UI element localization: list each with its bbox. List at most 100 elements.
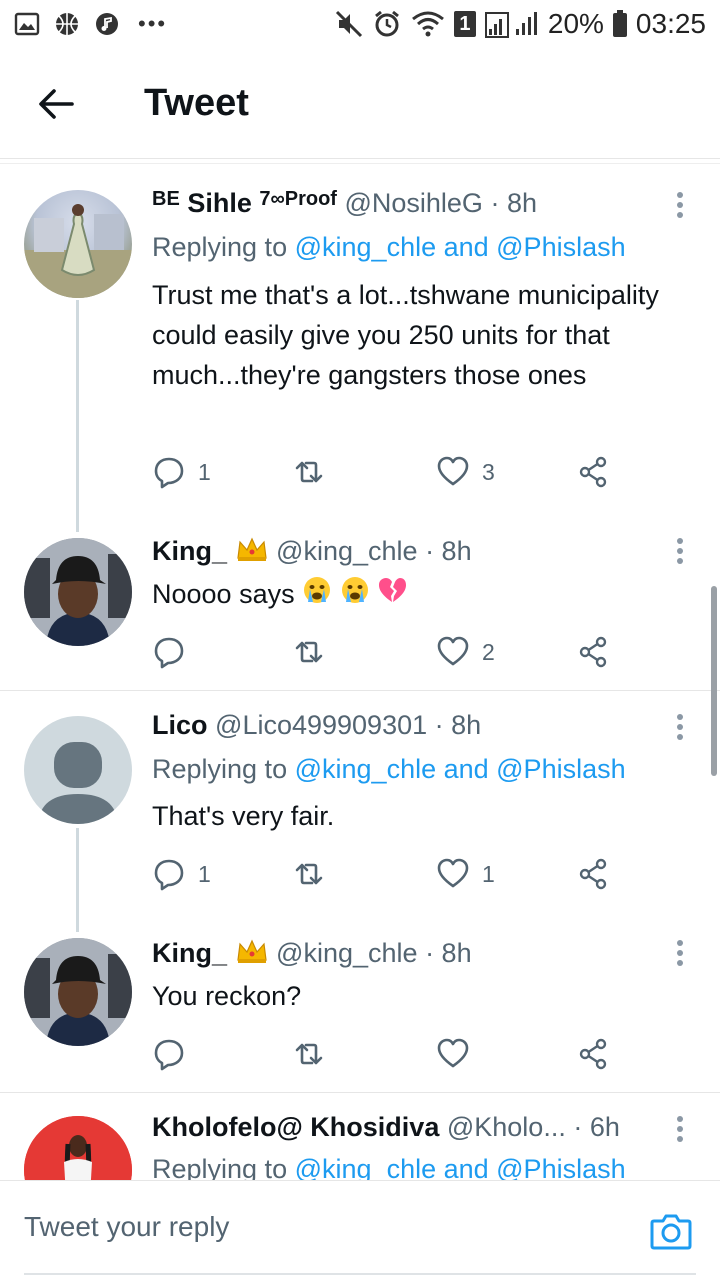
signal-icon <box>484 12 537 38</box>
avatar[interactable] <box>24 938 132 1046</box>
name-suffix: 7∞Proof <box>259 188 337 210</box>
like-button[interactable]: 2 <box>436 632 495 672</box>
basketball-icon <box>56 13 78 35</box>
retweet-icon <box>295 641 323 663</box>
reply-count: 1 <box>198 860 211 887</box>
reply-button[interactable]: 1 <box>152 854 211 894</box>
more-options-icon[interactable] <box>668 938 692 968</box>
replying-to: Replying to @king_chle and @Phislash <box>152 232 626 263</box>
divider <box>0 158 720 159</box>
tweet-header: King_ @king_chle · 8h <box>152 938 472 971</box>
arrow-left-icon[interactable] <box>36 84 76 124</box>
replying-label: Replying to <box>152 754 288 784</box>
like-button[interactable]: 3 <box>436 452 495 492</box>
reply-input[interactable]: Tweet your reply <box>24 1211 229 1243</box>
tweet-header: King_ @king_chle · 8h <box>152 536 472 569</box>
battery-percent: 20% <box>547 8 604 39</box>
reply-icon <box>154 457 184 489</box>
retweet-button[interactable] <box>292 1034 338 1074</box>
more-options-icon[interactable] <box>668 190 692 220</box>
replying-label: Replying to <box>152 232 288 262</box>
more-options-icon[interactable] <box>668 1114 692 1144</box>
share-icon <box>579 456 607 488</box>
author-name[interactable]: King_ <box>152 938 227 968</box>
default-avatar-icon[interactable] <box>24 716 132 824</box>
heart-icon <box>437 858 469 888</box>
tweet-actions: 1 1 <box>152 854 622 894</box>
top-app-bar: Tweet <box>0 52 720 156</box>
author-handle[interactable]: @king_chle <box>276 536 418 566</box>
tweet-actions: 1 3 <box>152 452 622 492</box>
alarm-icon <box>374 10 399 37</box>
camera-icon[interactable] <box>650 1211 692 1251</box>
name-prefix: BE <box>152 188 180 210</box>
author-name[interactable]: King_ <box>152 536 227 566</box>
share-button[interactable] <box>576 1034 610 1074</box>
retweet-button[interactable] <box>292 632 338 672</box>
heart-icon <box>437 456 469 486</box>
reply-count: 1 <box>198 458 211 485</box>
tweet-time: · 8h <box>425 536 472 566</box>
share-button[interactable] <box>576 452 610 492</box>
page-title: Tweet <box>144 82 249 124</box>
author-handle[interactable]: @Lico499909301 <box>215 710 427 740</box>
reply-button[interactable] <box>152 1034 198 1074</box>
wifi-icon <box>411 11 444 37</box>
replying-users-link[interactable]: @king_chle and @Phislash <box>295 754 626 784</box>
thread-line <box>76 300 79 532</box>
share-icon <box>579 1038 607 1070</box>
more-options-icon[interactable] <box>668 536 692 566</box>
author-name[interactable]: Sihle <box>187 188 252 218</box>
tweet-header: Lico @Lico499909301 · 8h <box>152 710 481 741</box>
like-button[interactable] <box>436 1034 482 1074</box>
replying-users-link[interactable]: @king_chle and @Phislash <box>295 232 626 262</box>
author-name[interactable]: Kholofelo@ Khosidiva <box>152 1112 439 1142</box>
author-handle[interactable]: @king_chle <box>276 938 418 968</box>
share-icon <box>579 858 607 890</box>
crown-emoji <box>235 938 269 971</box>
like-count: 3 <box>482 458 495 485</box>
broken-heart-emoji <box>377 575 407 616</box>
tweet-actions <box>152 1034 622 1074</box>
author-name[interactable]: Lico <box>152 710 208 740</box>
like-button[interactable]: 1 <box>436 854 495 894</box>
crying-face-emoji <box>302 575 332 616</box>
input-underline <box>24 1273 696 1275</box>
retweet-icon <box>295 1043 323 1065</box>
tweet-time: · 6h <box>573 1112 620 1142</box>
reply-icon <box>154 859 184 891</box>
battery-icon <box>612 10 627 37</box>
share-button[interactable] <box>576 632 610 672</box>
divider <box>0 690 720 691</box>
tweet-text: Noooo says <box>152 579 295 609</box>
tweet-text-line: Noooo says <box>152 574 682 616</box>
heart-icon <box>437 636 469 666</box>
reply-button[interactable]: 1 <box>152 452 211 492</box>
scrollbar[interactable] <box>711 586 717 776</box>
like-count: 1 <box>482 860 495 887</box>
retweet-button[interactable] <box>292 452 338 492</box>
reply-icon <box>154 1039 184 1071</box>
more-options-icon[interactable] <box>668 712 692 742</box>
divider <box>0 1092 720 1093</box>
share-button[interactable] <box>576 854 610 894</box>
sim-icon: 1 <box>453 11 476 37</box>
avatar[interactable] <box>24 190 132 298</box>
share-icon <box>579 636 607 668</box>
author-handle[interactable]: @NosihleG <box>344 188 482 218</box>
like-count: 2 <box>482 638 495 665</box>
tweet-header: BE Sihle 7∞Proof @NosihleG · 8h <box>152 188 537 219</box>
tweet-time: · 8h <box>434 710 482 740</box>
avatar[interactable] <box>24 538 132 646</box>
reply-bar: Tweet your reply <box>0 1180 720 1281</box>
tweet-text: Trust me that's a lot...tshwane municipa… <box>152 280 659 390</box>
tweet-time: · 8h <box>425 938 472 968</box>
music-icon <box>96 13 118 35</box>
reply-button[interactable] <box>152 632 198 672</box>
tweet-actions: 2 <box>152 632 622 672</box>
author-handle[interactable]: @Kholo... <box>447 1112 566 1142</box>
crying-face-emoji <box>340 575 370 616</box>
crown-emoji <box>235 536 269 569</box>
more-dots-icon: ••• <box>138 11 168 36</box>
retweet-button[interactable] <box>292 854 338 894</box>
